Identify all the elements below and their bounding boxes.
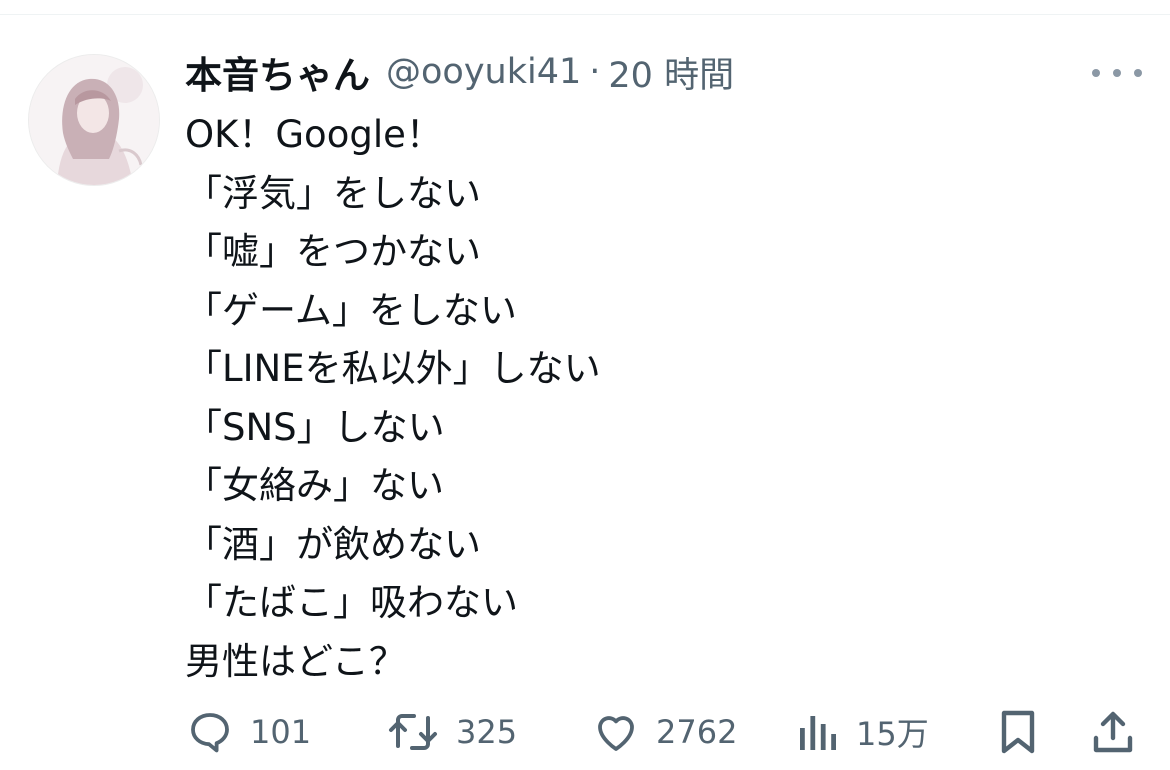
tweet-line: 男性はどこ？ xyxy=(185,639,406,683)
more-icon xyxy=(1113,69,1121,77)
like-button[interactable]: 2762 xyxy=(592,700,737,764)
tweet-line: 「SNS」しない xyxy=(185,405,445,449)
bookmark-icon xyxy=(1001,710,1035,754)
repost-button[interactable]: 325 xyxy=(386,700,517,764)
tweet-line: 「酒」が飲めない xyxy=(185,522,481,566)
share-icon xyxy=(1093,711,1133,753)
avatar[interactable] xyxy=(28,54,160,186)
display-name[interactable]: 本音ちゃん xyxy=(185,45,370,99)
more-button[interactable] xyxy=(1092,58,1142,88)
views-button[interactable]: 15万 xyxy=(796,700,929,764)
tweet-line: 「たばこ」吸わない xyxy=(185,581,518,624)
reply-button[interactable]: 101 xyxy=(186,700,311,764)
bookmark-button[interactable] xyxy=(996,700,1040,764)
separator-dot: · xyxy=(589,52,601,92)
tweet-line: 「女絡み」ない xyxy=(185,464,444,507)
more-icon xyxy=(1134,69,1142,77)
like-count: 2762 xyxy=(656,713,738,751)
tweet-line: 「LINEを私以外」しない xyxy=(185,347,601,390)
views-icon xyxy=(800,716,836,750)
tweet-text: OK！Google！ 「浮気」をしない 「嘘」をつかない 「ゲーム」をしない 「… xyxy=(185,106,1145,691)
action-bar: 101 325 2762 15万 xyxy=(0,700,1170,764)
more-icon xyxy=(1092,69,1100,77)
tweet-line: 「ゲーム」をしない xyxy=(185,288,517,332)
heart-icon xyxy=(598,716,634,751)
tweet-line: 「浮気」をしない xyxy=(185,171,481,215)
tweet-header: 本音ちゃん @ooyuki41 · 20 時間 xyxy=(185,46,734,98)
avatar-image xyxy=(29,55,159,185)
user-handle[interactable]: @ooyuki41 xyxy=(386,52,581,92)
timestamp[interactable]: 20 時間 xyxy=(608,47,734,98)
tweet-line: OK！Google！ xyxy=(185,113,443,156)
views-count: 15万 xyxy=(856,715,929,753)
repost-count: 325 xyxy=(456,713,518,751)
share-button[interactable] xyxy=(1090,700,1136,764)
reply-icon xyxy=(191,713,229,753)
reply-count: 101 xyxy=(250,713,312,751)
repost-icon xyxy=(389,714,437,750)
top-divider xyxy=(0,14,1170,15)
tweet-line: 「嘘」をつかない xyxy=(185,230,481,273)
